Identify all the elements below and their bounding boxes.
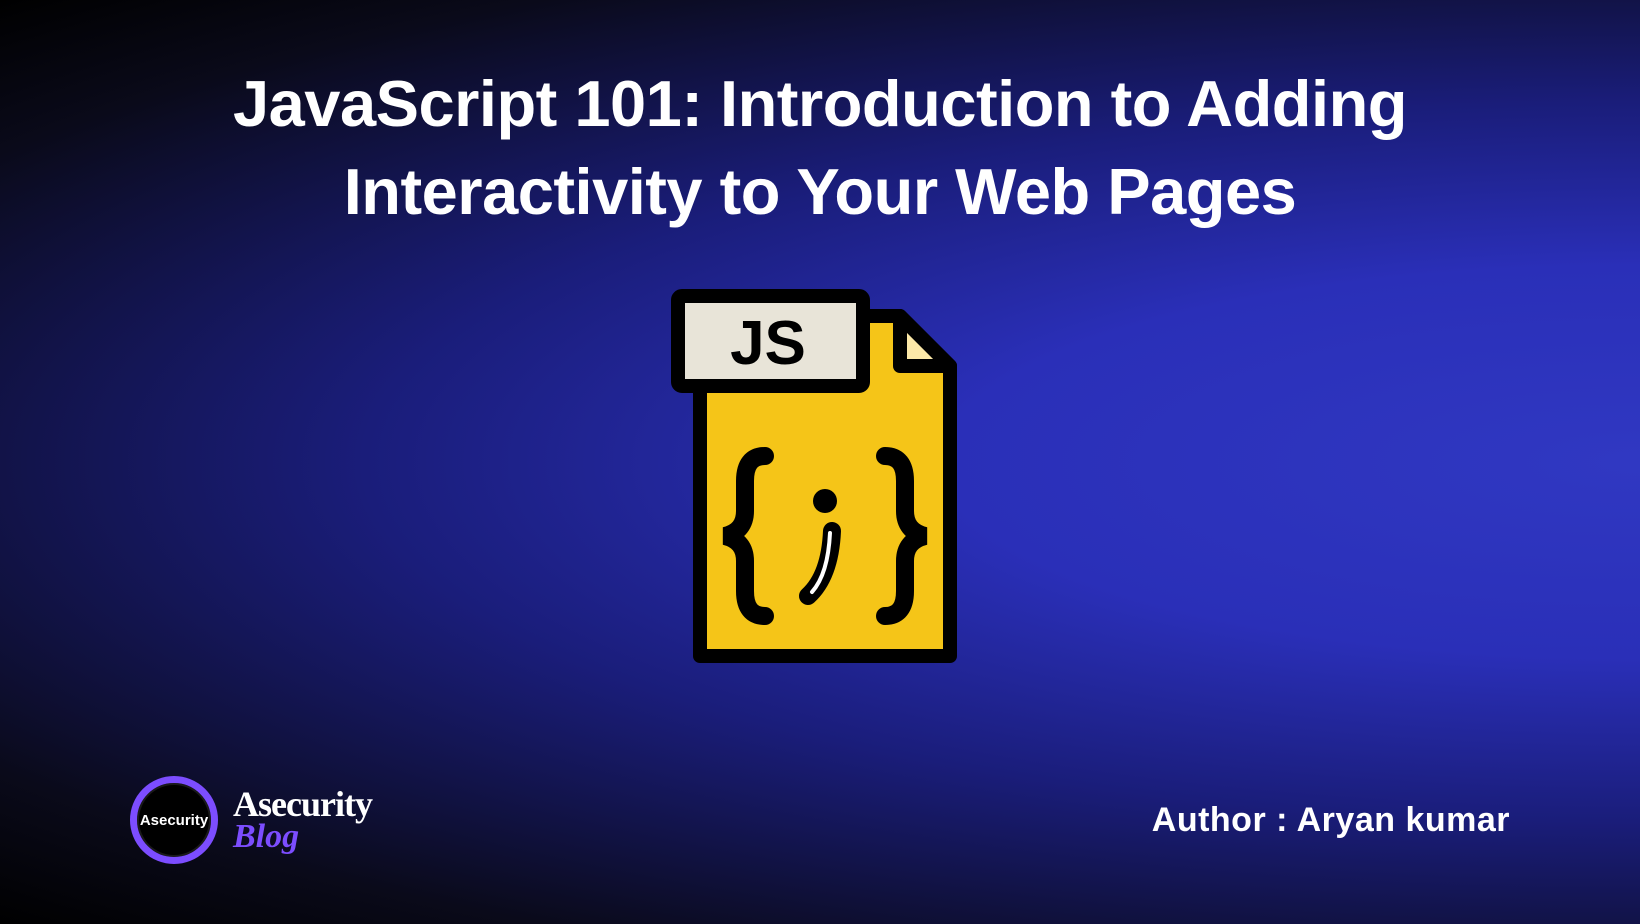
logo-title: Asecurity — [233, 786, 372, 822]
page-title: JavaScript 101: Introduction to Adding I… — [0, 0, 1640, 236]
author-line: Author : Aryan kumar — [1152, 801, 1510, 840]
js-label-text: JS — [730, 309, 806, 378]
logo-subtitle: Blog — [233, 820, 372, 854]
logo-text-block: Asecurity Blog — [233, 786, 372, 854]
js-file-icon-container: JS — [0, 256, 1640, 696]
site-logo: Asecurity Asecurity Blog — [130, 776, 372, 864]
logo-inner-text: Asecurity — [140, 812, 208, 829]
footer-row: Asecurity Asecurity Blog Author : Aryan … — [0, 776, 1640, 864]
js-file-icon: JS — [660, 256, 980, 696]
logo-circle-icon: Asecurity — [130, 776, 218, 864]
